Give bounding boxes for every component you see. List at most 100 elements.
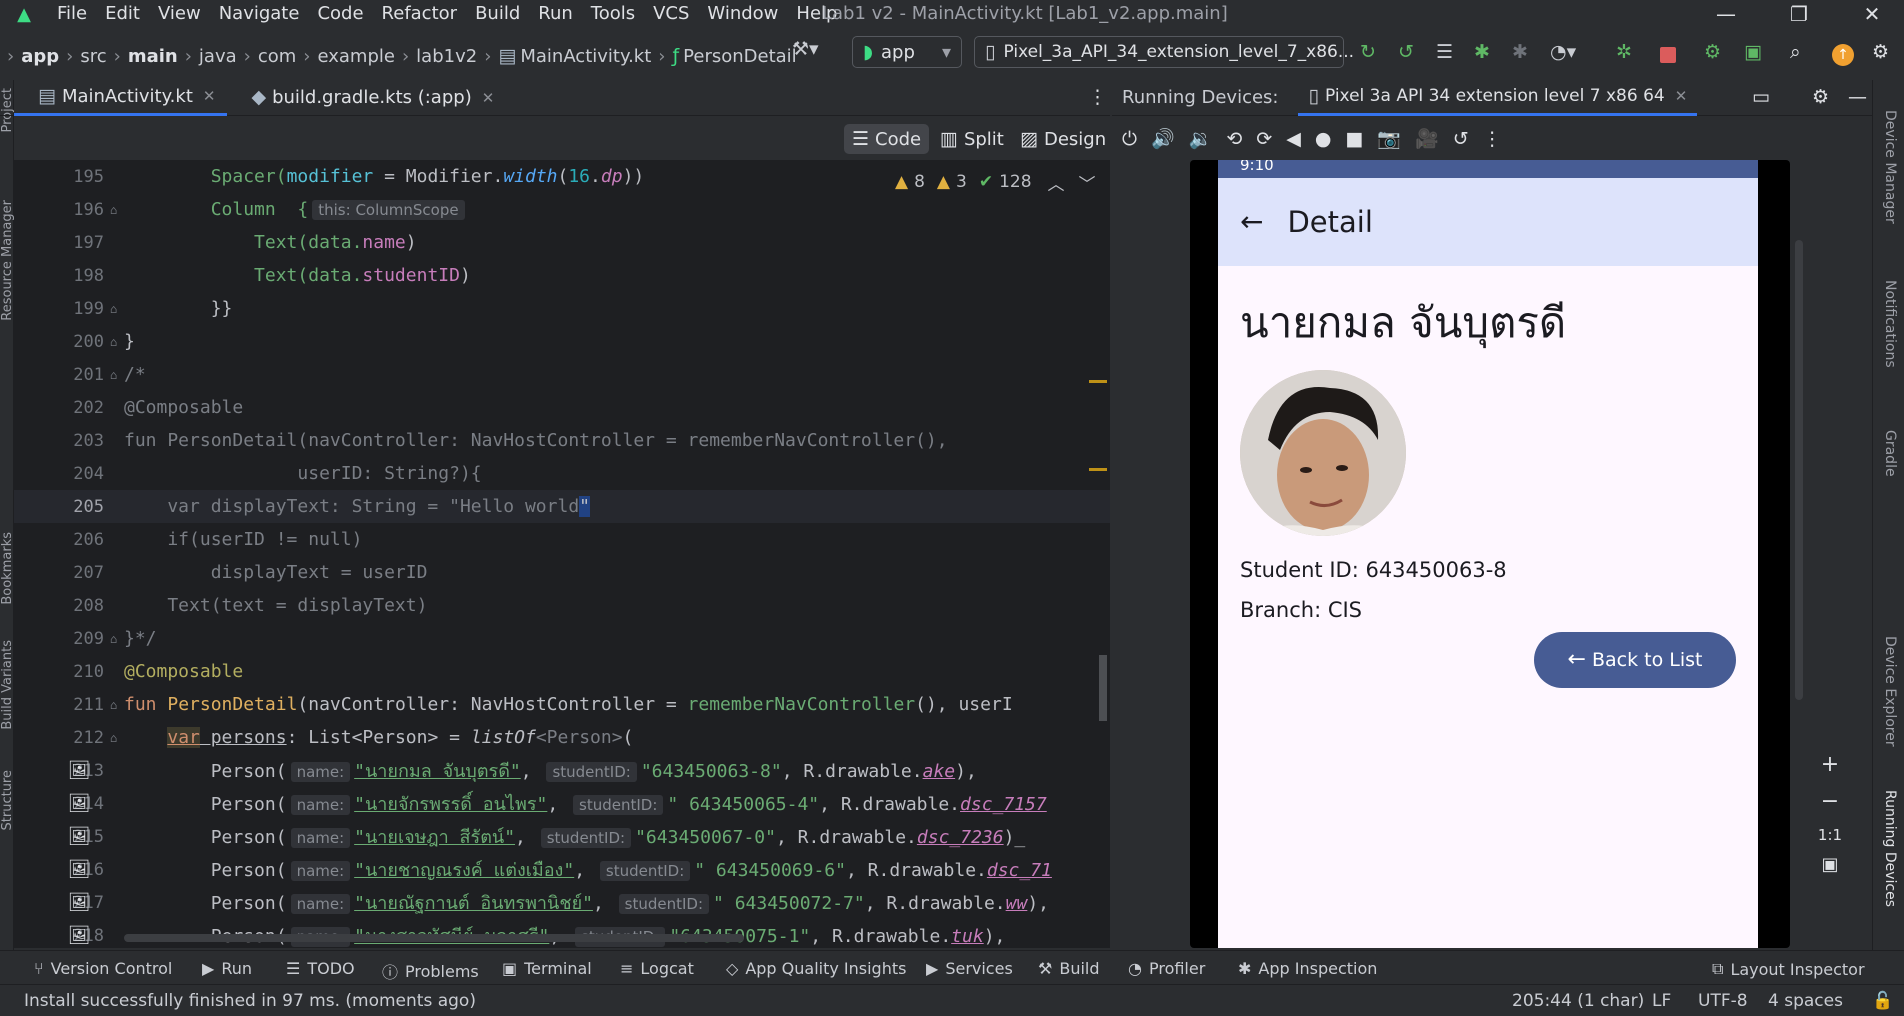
fold-icon[interactable]: ⌂ [110, 368, 117, 382]
close-tab-icon[interactable]: ✕ [1675, 87, 1688, 105]
debug-icon[interactable]: ✱ [1474, 43, 1490, 62]
fold-icon[interactable]: ⌂ [110, 203, 117, 217]
caret-position[interactable]: 205:44 (1 char) [1512, 991, 1644, 1011]
menu-navigate[interactable]: Navigate [210, 0, 309, 28]
build-hammer-icon[interactable]: ⚒▾ [792, 40, 819, 59]
device-scrollbar[interactable] [1795, 240, 1803, 700]
back-to-list-button[interactable]: ← Back to List [1534, 632, 1736, 688]
image-gutter-icon[interactable]: 🖼 [68, 859, 91, 881]
build-tool[interactable]: ⚒ Build [1038, 959, 1100, 978]
profile-icon[interactable]: ◔▾ [1550, 43, 1576, 62]
code-editor[interactable]: 195 Spacer(modifier = Modifier.width(16.… [14, 160, 1110, 948]
next-highlight-icon[interactable]: ﹀ [1079, 170, 1096, 195]
attach-icon[interactable]: ✲ [1616, 43, 1632, 62]
running-devices-tool[interactable]: Running Devices [1882, 790, 1898, 907]
power-icon[interactable]: ⏻ [1122, 129, 1137, 149]
more-options-icon[interactable]: ⋮ [1483, 129, 1502, 149]
running-devices-icon[interactable]: ▣ [1744, 43, 1762, 62]
restore-button[interactable]: ❐ [1770, 0, 1828, 28]
breadcrumb-lab1v2[interactable]: lab1v2 [416, 46, 477, 67]
device-manager-tool[interactable]: Device Manager [1882, 110, 1898, 224]
app-quality-insights-tool[interactable]: ◇ App Quality Insights [726, 959, 906, 978]
breadcrumb-main[interactable]: main [128, 46, 178, 67]
profiler-tool[interactable]: ◔ Profiler [1128, 959, 1205, 978]
design-view-button[interactable]: ▨ Design [1012, 124, 1114, 154]
apply-code-changes-icon[interactable]: ↺ [1398, 43, 1414, 62]
inspection-widget[interactable]: ▲ 8 ▲ 3 ✔ 128 ︿ ﹀ [895, 170, 1096, 195]
volume-up-icon[interactable]: 🔊 [1151, 129, 1175, 149]
fold-icon[interactable]: ⌂ [110, 632, 117, 646]
breadcrumb-example[interactable]: example [317, 46, 394, 67]
menu-build[interactable]: Build [466, 0, 529, 28]
breadcrumb-java[interactable]: java [199, 46, 237, 67]
version-control-tool[interactable]: ⑂ Version Control [34, 959, 172, 978]
terminal-tool[interactable]: ▣ Terminal [502, 959, 592, 978]
lock-icon[interactable]: 🔓 [1872, 991, 1893, 1011]
search-icon[interactable]: ⌕ [1790, 43, 1801, 62]
logcat-tool[interactable]: ≡ Logcat [620, 959, 694, 978]
apply-changes-icon[interactable]: ↻ [1360, 43, 1376, 62]
tab-mainactivity[interactable]: ▤ MainActivity.kt ✕ [14, 80, 228, 116]
menu-run[interactable]: Run [529, 0, 582, 28]
fold-icon[interactable]: ⌂ [110, 731, 117, 745]
fold-icon[interactable]: ⌂ [110, 335, 117, 349]
image-gutter-icon[interactable]: 🖼 [68, 760, 91, 782]
file-encoding[interactable]: UTF-8 [1698, 991, 1748, 1011]
notifications-tool[interactable]: Notifications [1882, 280, 1898, 368]
zoom-actual-size-button[interactable]: 1:1 [1818, 826, 1842, 844]
app-inspection-tool[interactable]: ✱ App Inspection [1238, 959, 1377, 978]
image-gutter-icon[interactable]: 🖼 [68, 892, 91, 914]
image-gutter-icon[interactable]: 🖼 [68, 826, 91, 848]
screenshot-icon[interactable]: 📷 [1377, 129, 1401, 149]
warning-marker[interactable] [1089, 468, 1107, 471]
sync-icon[interactable]: ☰ [1436, 43, 1453, 62]
back-icon[interactable]: ◀ [1286, 129, 1301, 149]
layout-inspector-tool[interactable]: ⧉ Layout Inspector [1712, 959, 1865, 979]
close-tab-icon[interactable]: ✕ [482, 89, 495, 107]
indent-setting[interactable]: 4 spaces [1768, 991, 1843, 1011]
layout-icon[interactable]: ▭ [1752, 88, 1770, 107]
breadcrumb-file[interactable]: MainActivity.kt [520, 46, 651, 67]
status-message[interactable]: Install successfully finished in 97 ms. … [24, 991, 476, 1011]
image-gutter-icon[interactable]: 🖼 [68, 793, 91, 815]
hide-panel-icon[interactable]: — [1848, 88, 1867, 107]
zoom-in-button[interactable]: + [1821, 752, 1839, 777]
zoom-out-button[interactable]: − [1821, 789, 1839, 814]
device-explorer-tool[interactable]: Device Explorer [1882, 636, 1898, 747]
fold-icon[interactable]: ⌂ [110, 698, 117, 712]
line-separator[interactable]: LF [1652, 991, 1671, 1011]
settings-icon[interactable]: ⚙ [1872, 43, 1889, 62]
warning-marker[interactable] [1089, 380, 1107, 383]
image-gutter-icon[interactable]: 🖼 [68, 925, 91, 947]
split-view-button[interactable]: ▥ Split [932, 124, 1012, 154]
breadcrumb-app[interactable]: app [21, 46, 59, 67]
rotate-left-icon[interactable]: ⟲ [1226, 129, 1242, 149]
fit-screen-icon[interactable]: ▣ [1821, 856, 1838, 874]
home-icon[interactable]: ● [1315, 129, 1332, 149]
gradle-tool[interactable]: Gradle [1882, 430, 1898, 477]
menu-code[interactable]: Code [308, 0, 372, 28]
close-tab-icon[interactable]: ✕ [203, 87, 216, 105]
snapshots-icon[interactable]: ↺ [1453, 129, 1469, 149]
vertical-scrollbar[interactable] [1099, 655, 1107, 721]
rotate-right-icon[interactable]: ⟳ [1256, 129, 1272, 149]
settings-icon[interactable]: ⚙ [1812, 88, 1829, 107]
structure-tool[interactable]: Structure [0, 770, 15, 830]
breadcrumb-src[interactable]: src [80, 46, 106, 67]
resource-manager-tool[interactable]: Resource Manager [0, 200, 15, 321]
screen-record-icon[interactable]: 🎥 [1415, 129, 1439, 149]
close-window-button[interactable]: ✕ [1843, 0, 1901, 28]
horizontal-scrollbar[interactable] [124, 934, 744, 942]
breadcrumb-function[interactable]: PersonDetail [683, 46, 797, 67]
menu-edit[interactable]: Edit [96, 0, 149, 28]
stop-icon[interactable] [1660, 47, 1676, 63]
run-config-selector[interactable]: ◗ app ▾ [852, 36, 962, 68]
device-tab[interactable]: ▯ Pixel 3a API 34 extension level 7 x86 … [1298, 80, 1698, 116]
overview-icon[interactable]: ■ [1345, 129, 1363, 149]
tab-build-gradle[interactable]: ◆ build.gradle.kts (:app) ✕ [227, 80, 506, 116]
prev-highlight-icon[interactable]: ︿ [1048, 170, 1065, 195]
menu-window[interactable]: Window [698, 0, 787, 28]
back-arrow-icon[interactable]: ← [1240, 208, 1263, 236]
minimize-button[interactable]: — [1697, 0, 1755, 28]
emulator-screen[interactable]: 9:10 ← Detail นายกมล จันบุตรดี Student I… [1218, 160, 1758, 948]
